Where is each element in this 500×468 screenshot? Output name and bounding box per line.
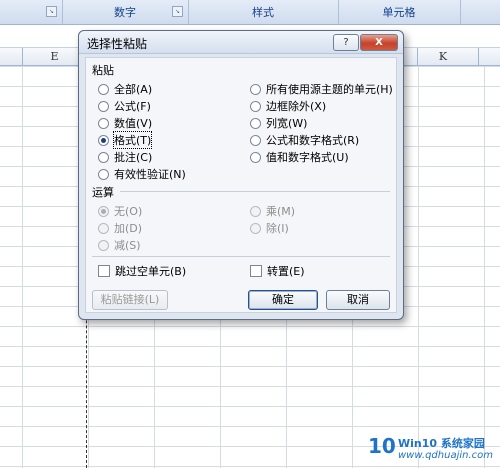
option-label: 格式(T)	[112, 131, 153, 149]
site-watermark: 10 Win10 系统家园 www.qdhuajin.com	[368, 432, 496, 464]
radio-icon[interactable]	[98, 168, 109, 180]
column-header-k[interactable]: K	[408, 48, 479, 65]
operation-section-label: 运算	[92, 186, 114, 199]
ribbon-group-label: 单元格	[382, 6, 416, 19]
ok-button[interactable]: 确定	[248, 290, 318, 310]
ribbon-group-alignment: ↘	[0, 0, 63, 24]
ribbon-group-cells: 单元格	[338, 0, 461, 24]
checkbox-icon[interactable]	[250, 265, 262, 277]
ribbon-group-label: 数字	[114, 6, 136, 19]
ribbon-group-number: 数字 ↘	[62, 0, 189, 24]
paste-option-values[interactable]: 数值(V)	[98, 115, 152, 131]
paste-section-label: 粘贴	[92, 64, 114, 77]
option-label: 除(I)	[266, 222, 289, 235]
dialog-body: 粘贴 全部(A) 公式(F) 数值(V) 格式(T) 批注(C) 有效性验证(N…	[85, 57, 397, 313]
operation-option-add[interactable]: 加(D)	[98, 220, 142, 236]
radio-icon[interactable]	[98, 151, 109, 163]
paste-option-source-theme[interactable]: 所有使用源主题的单元(H)	[250, 81, 393, 97]
option-label: 批注(C)	[114, 151, 153, 164]
option-label: 乘(M)	[266, 205, 296, 218]
radio-selected-icon[interactable]	[98, 205, 109, 217]
operation-option-divide[interactable]: 除(I)	[250, 220, 289, 236]
dialog-title: 选择性粘贴	[87, 37, 148, 51]
checkbox-label: 跳过空单元(B)	[115, 265, 187, 278]
dialog-launcher-icon[interactable]: ↘	[46, 6, 57, 17]
dialog-launcher-icon[interactable]: ↘	[172, 6, 183, 17]
radio-icon[interactable]	[250, 205, 261, 217]
radio-icon[interactable]	[98, 239, 109, 251]
paste-option-formats[interactable]: 格式(T)	[98, 131, 153, 149]
radio-icon[interactable]	[98, 117, 109, 129]
radio-icon[interactable]	[250, 134, 261, 146]
option-label: 无(O)	[114, 205, 143, 218]
select-all-corner[interactable]	[0, 48, 23, 65]
paste-special-dialog: 选择性粘贴 ? X 粘贴 全部(A) 公式(F) 数值(V) 格式(T) 批注(…	[78, 30, 404, 320]
radio-selected-icon[interactable]	[98, 134, 109, 146]
radio-icon[interactable]	[250, 117, 261, 129]
radio-icon[interactable]	[250, 100, 261, 112]
paste-option-validation[interactable]: 有效性验证(N)	[98, 166, 186, 182]
operation-option-subtract[interactable]: 减(S)	[98, 237, 141, 253]
paste-option-column-widths[interactable]: 列宽(W)	[250, 115, 307, 131]
dialog-titlebar[interactable]: 选择性粘贴 ? X	[79, 31, 403, 54]
paste-link-button[interactable]: 粘贴链接(L)	[92, 290, 168, 310]
radio-icon[interactable]	[98, 100, 109, 112]
paste-option-comments[interactable]: 批注(C)	[98, 149, 152, 165]
option-label: 所有使用源主题的单元(H)	[266, 83, 393, 96]
radio-icon[interactable]	[250, 83, 261, 95]
ribbon-group-label: 样式	[252, 6, 274, 19]
checkbox-label: 转置(E)	[267, 265, 305, 278]
radio-icon[interactable]	[98, 222, 109, 234]
paste-option-values-number-formats[interactable]: 值和数字格式(U)	[250, 149, 349, 165]
option-label: 值和数字格式(U)	[266, 151, 349, 164]
option-label: 公式(F)	[114, 100, 151, 113]
radio-icon[interactable]	[250, 222, 261, 234]
close-button[interactable]: X	[360, 34, 398, 51]
skip-blanks-checkbox[interactable]: 跳过空单元(B)	[98, 263, 186, 279]
operation-option-none[interactable]: 无(O)	[98, 203, 142, 219]
watermark-url: www.qdhuajin.com	[398, 450, 494, 461]
operation-option-multiply[interactable]: 乘(M)	[250, 203, 295, 219]
option-label: 公式和数字格式(R)	[266, 134, 360, 147]
option-label: 有效性验证(N)	[114, 168, 186, 181]
radio-icon[interactable]	[98, 83, 109, 95]
option-label: 加(D)	[114, 222, 143, 235]
option-label: 减(S)	[114, 239, 141, 252]
help-button[interactable]: ?	[333, 34, 359, 51]
paste-option-formulas[interactable]: 公式(F)	[98, 98, 151, 114]
paste-option-no-borders[interactable]: 边框除外(X)	[250, 98, 326, 114]
checkbox-icon[interactable]	[98, 265, 110, 277]
section-divider	[120, 191, 390, 192]
option-label: 数值(V)	[114, 117, 153, 130]
option-label: 全部(A)	[114, 83, 153, 96]
win10-logo: 10	[368, 434, 396, 458]
option-label: 边框除外(X)	[266, 100, 327, 113]
cancel-button[interactable]: 取消	[326, 290, 390, 310]
radio-icon[interactable]	[250, 151, 261, 163]
paste-option-formulas-number-formats[interactable]: 公式和数字格式(R)	[250, 132, 359, 148]
option-label: 列宽(W)	[266, 117, 308, 130]
section-divider	[92, 256, 390, 257]
ribbon-group-styles: 样式	[188, 0, 339, 24]
watermark-site-name: Win10 系统家园	[398, 437, 485, 450]
paste-option-all[interactable]: 全部(A)	[98, 81, 152, 97]
ribbon-bar: ↘ 数字 ↘ 样式 单元格	[0, 0, 500, 25]
transpose-checkbox[interactable]: 转置(E)	[250, 263, 305, 279]
